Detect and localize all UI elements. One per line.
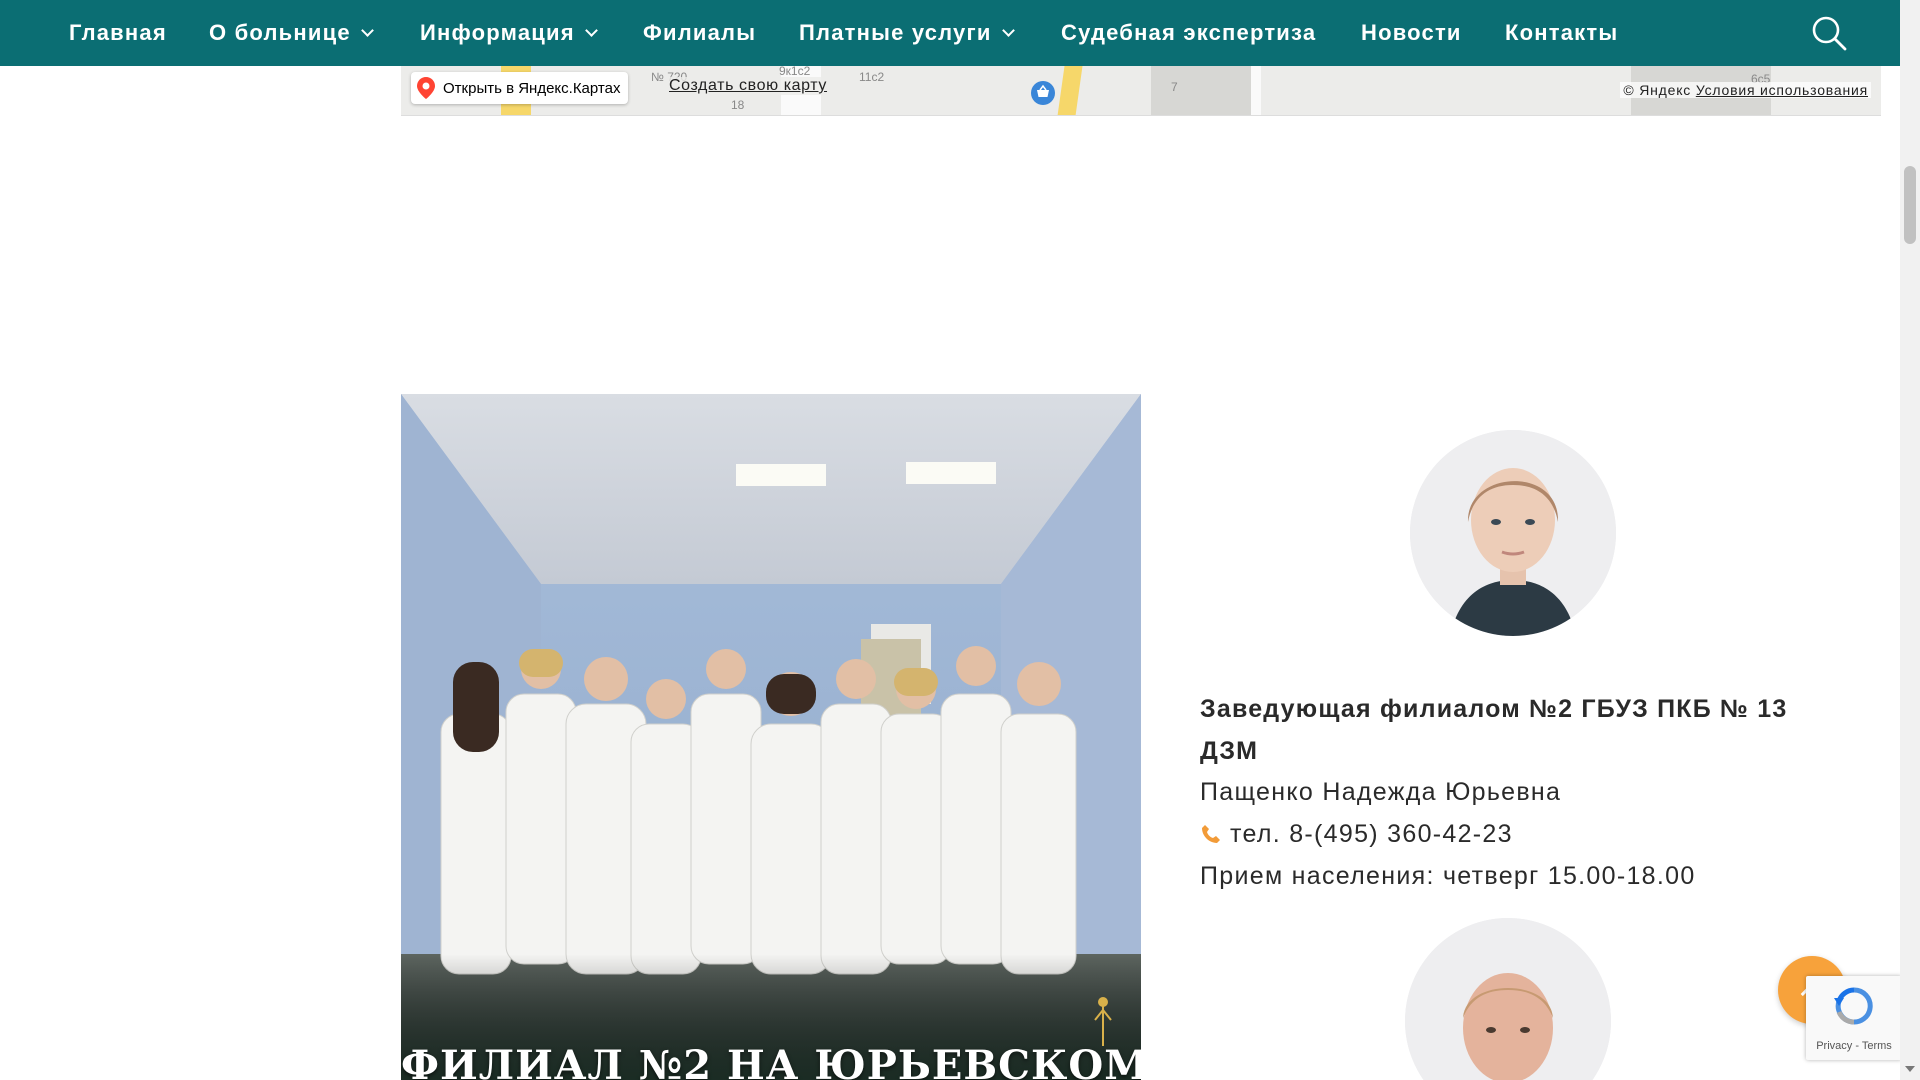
- portrait-man: [1405, 918, 1611, 1080]
- nav-item-label: О больнице: [209, 20, 351, 45]
- chevron-down-icon: [584, 23, 598, 37]
- staff-title: Заведующая филиалом №2 ГБУЗ ПКБ № 13 ДЗМ: [1200, 695, 1788, 765]
- staff-name: Пащенко Надежда Юрьевна: [1200, 778, 1562, 806]
- nav-item-label: Главная: [69, 20, 167, 45]
- nav-item-forensic[interactable]: Судебная экспертиза: [1061, 0, 1316, 66]
- staff-phone[interactable]: тел. 8-(495) 360-42-23: [1200, 820, 1513, 849]
- staff-group-photo: [401, 394, 1141, 1080]
- nav-item-label: Судебная экспертиза: [1061, 20, 1317, 45]
- scrollbar-thumb[interactable]: [1904, 166, 1916, 244]
- photo-caption: ФИЛИАЛ №2 НА ЮРЬЕВСКОМ: [401, 1042, 1141, 1080]
- main-nav: Главная О больнице Информация Филиалы Пл…: [0, 0, 1900, 66]
- nav-item-about[interactable]: О больнице: [209, 0, 374, 66]
- yandex-map[interactable]: № 720 9к1с2 11с2 18 7 6с5 Открыть в Янде…: [401, 66, 1881, 116]
- branch-photo: ФИЛИАЛ №2 НА ЮРЬЕВСКОМ: [401, 394, 1141, 1080]
- nav-item-label: Новости: [1361, 20, 1462, 45]
- nav-item-contacts[interactable]: Контакты: [1505, 0, 1618, 66]
- nav-item-label: Информация: [420, 20, 575, 45]
- map-copyright: © Яндекс Условия использования: [1620, 82, 1871, 98]
- recaptcha-badge[interactable]: Privacy - Terms: [1806, 976, 1902, 1060]
- recaptcha-links[interactable]: Privacy - Terms: [1806, 1040, 1902, 1052]
- nav-item-info[interactable]: Информация: [420, 0, 598, 66]
- nav-item-label: Филиалы: [643, 20, 757, 45]
- chevron-down-icon: [1001, 23, 1015, 37]
- avatar: [1405, 918, 1611, 1080]
- nav-item-home[interactable]: Главная: [69, 0, 167, 66]
- scroll-down-arrow-icon[interactable]: [1905, 1066, 1915, 1072]
- map-building: [1151, 66, 1251, 115]
- chevron-down-icon: [360, 23, 374, 37]
- map-label: 18: [731, 98, 745, 112]
- map-pin-icon: [417, 77, 435, 99]
- search-icon[interactable]: [1810, 14, 1848, 52]
- create-map-link[interactable]: Создать свою карту: [667, 77, 830, 95]
- map-label: 7: [1171, 80, 1178, 94]
- page-scrollbar[interactable]: [1900, 0, 1920, 1080]
- phone-icon: [1202, 825, 1220, 843]
- recaptcha-icon: [1834, 987, 1873, 1025]
- staff-reception-hours: Прием населения: четверг 15.00-18.00: [1200, 862, 1696, 890]
- open-in-yandex-maps-button[interactable]: Открыть в Яндекс.Картах: [411, 72, 629, 104]
- nav-item-branches[interactable]: Филиалы: [643, 0, 756, 66]
- shop-basket-icon: [1031, 81, 1055, 105]
- avatar: [1410, 430, 1616, 636]
- open-in-yandex-maps-label: Открыть в Яндекс.Картах: [443, 79, 621, 97]
- nav-item-paid-services[interactable]: Платные услуги: [799, 0, 1015, 66]
- nav-item-label: Контакты: [1505, 20, 1619, 45]
- nav-item-label: Платные услуги: [799, 20, 992, 45]
- map-road: [1057, 66, 1083, 115]
- terms-of-use-link[interactable]: Условия использования: [1696, 82, 1868, 98]
- portrait-woman: [1410, 430, 1616, 636]
- map-copyright-text: © Яндекс: [1623, 82, 1692, 98]
- staff-phone-number: тел. 8-(495) 360-42-23: [1230, 820, 1513, 848]
- map-label: 11с2: [859, 70, 885, 84]
- nav-item-news[interactable]: Новости: [1361, 0, 1462, 66]
